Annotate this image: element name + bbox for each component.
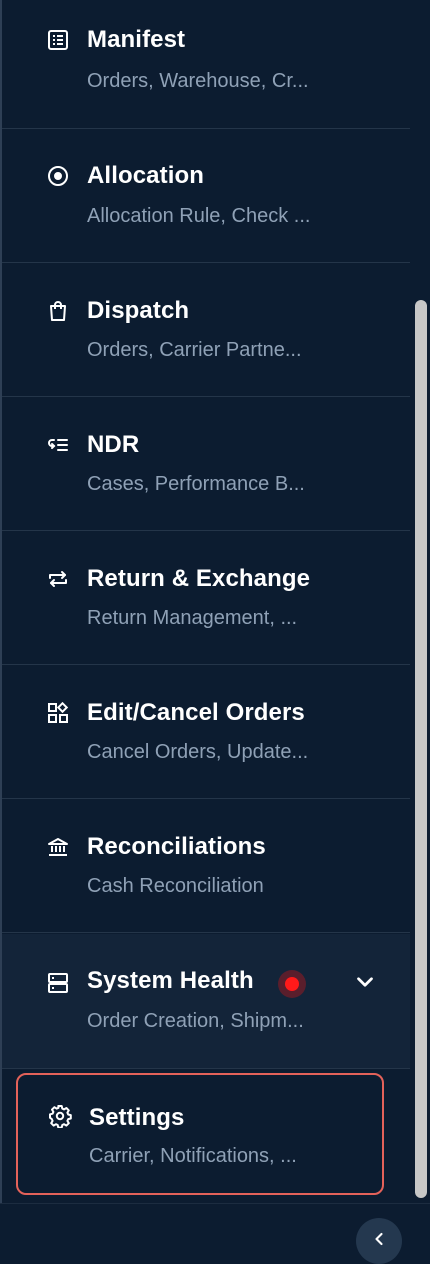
bag-icon <box>46 299 70 323</box>
menu-item-manifest[interactable]: Manifest Orders, Warehouse, Cr... <box>2 0 410 129</box>
menu-item-title: Dispatch <box>87 297 190 324</box>
menu-item-return-exchange[interactable]: Return & Exchange Return Management, ... <box>2 532 410 665</box>
menu-item-subtitle: Cases, Performance B... <box>87 473 305 495</box>
menu-item-title: System Health <box>87 967 254 994</box>
exchange-arrows-icon <box>46 567 70 591</box>
menu-item-subtitle: Return Management, ... <box>87 607 298 629</box>
menu-item-dispatch[interactable]: Dispatch Orders, Carrier Partne... <box>2 264 410 397</box>
menu-item-subtitle: Orders, Warehouse, Cr... <box>87 70 309 92</box>
menu-item-subtitle: Carrier, Notifications, ... <box>89 1145 297 1167</box>
widgets-icon <box>46 701 70 725</box>
menu-item-title: Edit/Cancel Orders <box>87 699 305 726</box>
menu-item-title: Reconciliations <box>87 833 266 860</box>
menu-item-subtitle: Order Creation, Shipm... <box>87 1010 304 1032</box>
menu-item-subtitle: Orders, Carrier Partne... <box>87 339 302 361</box>
menu-item-ndr[interactable]: NDR Cases, Performance B... <box>2 398 410 531</box>
bank-icon <box>46 835 70 859</box>
menu-item-title: NDR <box>87 431 140 458</box>
menu-item-title: Return & Exchange <box>87 565 311 592</box>
list-doc-icon <box>46 28 70 52</box>
target-icon <box>46 164 70 188</box>
menu-item-subtitle: Cancel Orders, Update... <box>87 741 309 763</box>
return-list-icon <box>46 433 70 457</box>
menu-item-subtitle: Allocation Rule, Check ... <box>87 205 311 227</box>
chevron-down-icon[interactable] <box>352 969 378 995</box>
chevron-left-icon <box>375 1232 383 1246</box>
server-icon <box>46 971 70 995</box>
sidebar-menu: Manifest Orders, Warehouse, Cr... Alloca… <box>2 0 410 1203</box>
menu-item-subtitle: Cash Reconciliation <box>87 875 264 897</box>
scrollbar-thumb[interactable] <box>415 300 427 1198</box>
alert-status-dot <box>278 970 306 998</box>
menu-item-title: Manifest <box>87 26 186 53</box>
menu-item-title: Settings <box>89 1104 185 1131</box>
gear-icon <box>48 1104 72 1128</box>
menu-item-settings[interactable]: Settings Carrier, Notifications, ... <box>16 1073 384 1195</box>
menu-item-system-health[interactable]: System Health Order Creation, Shipm... <box>2 934 410 1069</box>
menu-item-edit-cancel-orders[interactable]: Edit/Cancel Orders Cancel Orders, Update… <box>2 666 410 799</box>
collapse-sidebar-button[interactable] <box>356 1218 402 1264</box>
menu-item-reconciliations[interactable]: Reconciliations Cash Reconciliation <box>2 800 410 933</box>
menu-item-allocation[interactable]: Allocation Allocation Rule, Check ... <box>2 130 410 263</box>
menu-item-title: Allocation <box>87 162 205 189</box>
